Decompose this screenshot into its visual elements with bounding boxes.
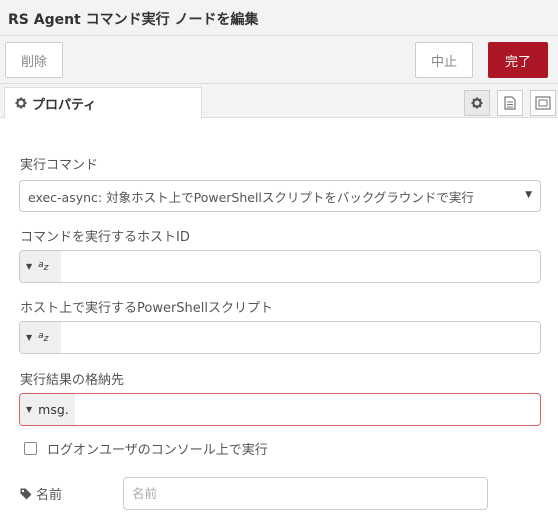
tab-bar: プロパティ — [0, 84, 558, 119]
cancel-button[interactable]: 中止 — [415, 42, 473, 78]
script-type-button[interactable]: ▼ az — [20, 322, 61, 353]
console-checkbox-row[interactable]: ログオンユーザのコンソール上で実行 — [24, 439, 268, 458]
result-label: 実行結果の格納先 — [20, 373, 125, 388]
dialog-header: RS Agent コマンド実行 ノードを編集 — [0, 0, 558, 36]
frame-icon — [535, 96, 551, 110]
tab-description[interactable] — [497, 90, 523, 116]
string-type-icon: az — [38, 260, 49, 273]
console-checkbox-label: ログオンユーザのコンソール上で実行 — [47, 443, 268, 458]
caret-down-icon: ▼ — [26, 262, 33, 271]
properties-panel: 実行コマンド exec-async: 対象ホスト上でPowerShellスクリプ… — [0, 118, 558, 515]
string-type-icon: az — [38, 331, 49, 344]
host-id-field[interactable] — [61, 251, 540, 282]
document-icon — [504, 96, 516, 110]
host-id-type-button[interactable]: ▼ az — [20, 251, 61, 282]
caret-down-icon: ▼ — [26, 333, 33, 342]
dialog-toolbar: 削除 中止 完了 — [0, 36, 558, 84]
script-label: ホスト上で実行するPowerShellスクリプト — [20, 301, 274, 316]
tab-appearance[interactable] — [530, 90, 556, 116]
result-type-label: msg. — [38, 402, 69, 417]
tab-properties[interactable]: プロパティ — [4, 87, 202, 119]
delete-button[interactable]: 削除 — [5, 42, 63, 78]
caret-down-icon: ▼ — [525, 190, 532, 200]
gear-icon — [15, 97, 27, 109]
command-select[interactable]: exec-async: 対象ホスト上でPowerShellスクリプトをバックグラ… — [19, 180, 541, 212]
script-field[interactable] — [61, 322, 540, 353]
name-label: 名前 — [36, 488, 63, 503]
done-button[interactable]: 完了 — [488, 42, 548, 78]
tag-icon — [20, 488, 32, 499]
tab-settings[interactable] — [464, 90, 490, 116]
dialog-title: RS Agent コマンド実行 ノードを編集 — [8, 12, 259, 28]
caret-down-icon: ▼ — [26, 405, 33, 414]
console-checkbox[interactable] — [24, 442, 37, 455]
host-id-input[interactable]: ▼ az — [19, 250, 541, 283]
name-input[interactable] — [123, 477, 488, 510]
gear-icon — [471, 97, 483, 109]
script-input[interactable]: ▼ az — [19, 321, 541, 354]
result-type-button[interactable]: ▼ msg. — [20, 394, 75, 425]
result-field[interactable] — [75, 394, 540, 425]
tab-properties-label: プロパティ — [32, 97, 97, 113]
command-label: 実行コマンド — [20, 158, 99, 173]
name-label-row: 名前 — [20, 484, 62, 503]
result-input[interactable]: ▼ msg. — [19, 393, 541, 426]
command-select-value: exec-async: 対象ホスト上でPowerShellスクリプトをバックグラ… — [28, 189, 474, 205]
host-id-label: コマンドを実行するホストID — [20, 230, 190, 245]
